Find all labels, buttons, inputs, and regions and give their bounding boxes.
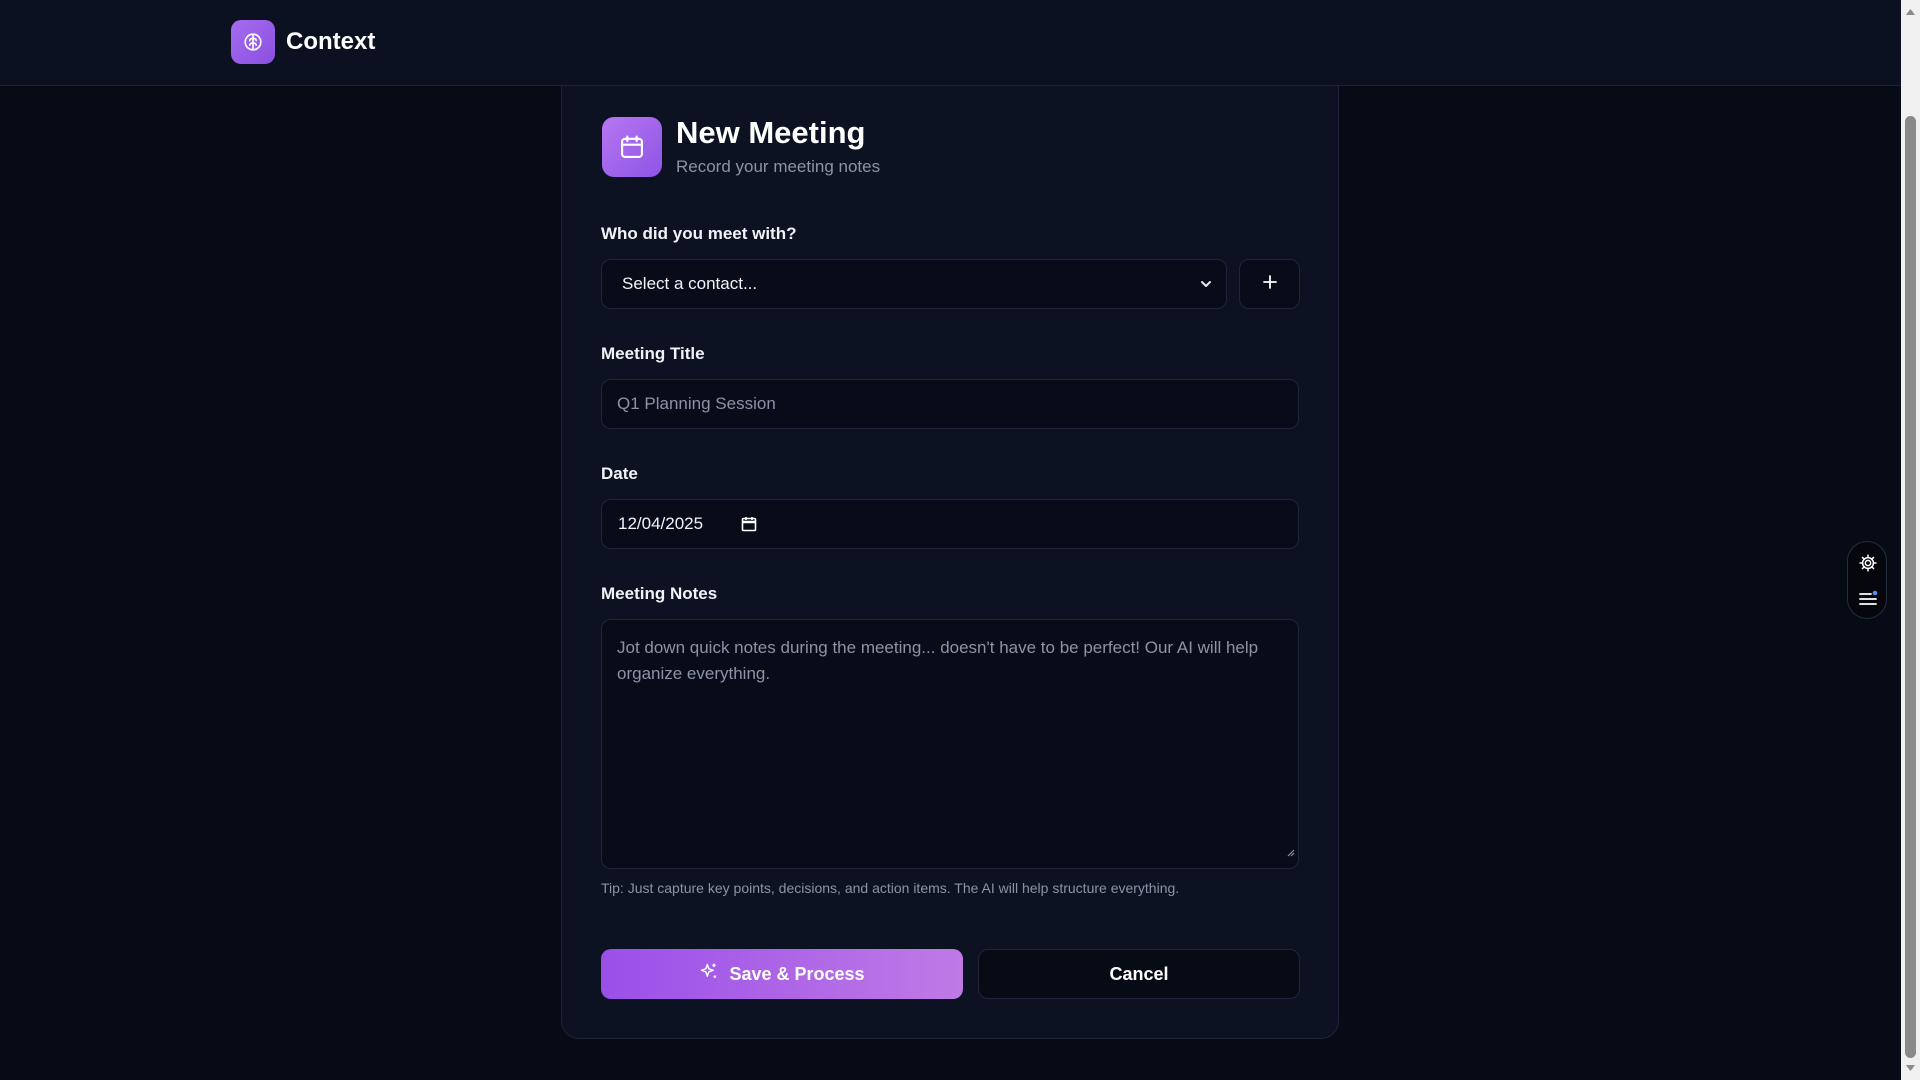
- meeting-title-input[interactable]: Q1 Planning Session: [601, 379, 1299, 429]
- contact-label: Who did you meet with?: [601, 224, 797, 243]
- scroll-down-arrow-icon[interactable]: [1905, 1059, 1916, 1077]
- cancel-button[interactable]: Cancel: [978, 949, 1300, 999]
- menu-icon[interactable]: [1858, 590, 1878, 613]
- save-process-label: Save & Process: [729, 963, 865, 984]
- meeting-title-label: Meeting Title: [601, 344, 705, 363]
- date-value: 12/04/2025: [618, 514, 704, 533]
- scroll-up-arrow-icon[interactable]: [1905, 3, 1916, 21]
- scrollbar-thumb[interactable]: [1905, 116, 1916, 1058]
- plus-icon: [1262, 274, 1278, 295]
- add-contact-button[interactable]: [1239, 259, 1300, 309]
- contact-select-value: Select a contact...: [622, 274, 758, 293]
- app-name: Context: [286, 28, 376, 55]
- top-navigation-bar: Context: [0, 0, 1901, 86]
- floating-tools-panel: [1847, 541, 1887, 619]
- page-scrollbar[interactable]: [1901, 0, 1920, 1080]
- cancel-label: Cancel: [1109, 963, 1169, 984]
- meeting-title-placeholder: Q1 Planning Session: [617, 394, 776, 413]
- calendar-picker-icon[interactable]: [740, 515, 758, 533]
- meeting-notes-placeholder: Jot down quick notes during the meeting.…: [617, 638, 1259, 683]
- meeting-notes-textarea[interactable]: Jot down quick notes during the meeting.…: [601, 619, 1299, 869]
- meeting-notes-label: Meeting Notes: [601, 584, 718, 603]
- notes-tip: Tip: Just capture key points, decisions,…: [601, 880, 1180, 896]
- resize-handle-icon[interactable]: [1285, 839, 1295, 865]
- page-subtitle: Record your meeting notes: [676, 157, 881, 176]
- page-title: New Meeting: [676, 115, 866, 150]
- chevron-down-icon: [1198, 276, 1214, 297]
- contact-select[interactable]: Select a contact...: [601, 259, 1227, 309]
- date-input[interactable]: 12/04/2025: [601, 499, 1299, 549]
- date-label: Date: [601, 464, 638, 483]
- gear-icon[interactable]: [1858, 553, 1878, 578]
- save-process-button[interactable]: Save & Process: [601, 949, 963, 999]
- brain-icon: [231, 20, 275, 64]
- calendar-icon: [602, 117, 662, 177]
- brand-logo[interactable]: Context: [231, 20, 375, 64]
- sparkles-icon: [699, 962, 729, 987]
